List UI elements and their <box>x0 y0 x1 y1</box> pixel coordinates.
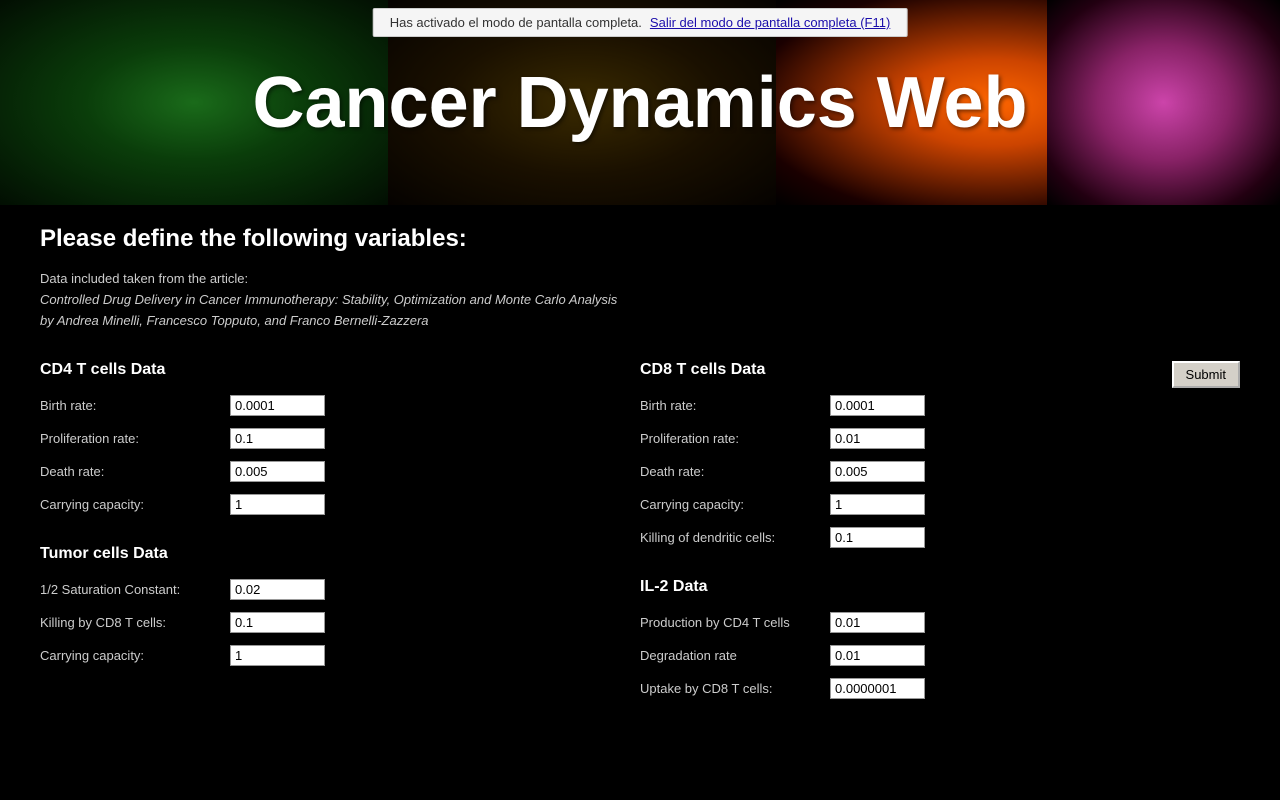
data-sections: CD4 T cells Data Birth rate: Proliferati… <box>40 361 1240 729</box>
il2-degradation-input[interactable] <box>830 645 925 666</box>
cd8-prolif-label: Proliferation rate: <box>640 431 830 446</box>
article-info: Data included taken from the article: Co… <box>40 269 1240 331</box>
tumor-carry-input[interactable] <box>230 645 325 666</box>
cd4-birth-input[interactable] <box>230 395 325 416</box>
il2-degradation-label: Degradation rate <box>640 648 830 663</box>
cd4-section: CD4 T cells Data Birth rate: Proliferati… <box>40 361 600 515</box>
fullscreen-message: Has activado el modo de pantalla complet… <box>390 15 642 30</box>
il2-uptake-input[interactable] <box>830 678 925 699</box>
cd4-carry-row: Carrying capacity: <box>40 494 600 515</box>
cd4-death-input[interactable] <box>230 461 325 482</box>
tumor-kill-row: Killing by CD8 T cells: <box>40 612 600 633</box>
cd8-death-input[interactable] <box>830 461 925 482</box>
cd4-carry-label: Carrying capacity: <box>40 497 230 512</box>
il2-uptake-label: Uptake by CD8 T cells: <box>640 681 830 696</box>
cd4-birth-row: Birth rate: <box>40 395 600 416</box>
tumor-carry-label: Carrying capacity: <box>40 648 230 663</box>
cd4-birth-label: Birth rate: <box>40 398 230 413</box>
cd8-killing-label: Killing of dendritic cells: <box>640 530 830 545</box>
cd8-birth-label: Birth rate: <box>640 398 830 413</box>
cd8-carry-row: Carrying capacity: <box>640 494 1200 515</box>
article-line1: Data included taken from the article: <box>40 269 1240 290</box>
right-column: CD8 T cells Data Birth rate: Proliferati… <box>640 361 1240 729</box>
submit-area: Submit <box>1172 361 1240 388</box>
cd8-killing-input[interactable] <box>830 527 925 548</box>
cd4-prolif-row: Proliferation rate: <box>40 428 600 449</box>
cd8-carry-input[interactable] <box>830 494 925 515</box>
cd8-killing-row: Killing of dendritic cells: <box>640 527 1200 548</box>
cd8-title: CD8 T cells Data <box>640 361 1200 379</box>
cd4-carry-input[interactable] <box>230 494 325 515</box>
tumor-section: Tumor cells Data 1/2 Saturation Constant… <box>40 545 600 666</box>
tumor-kill-label: Killing by CD8 T cells: <box>40 615 230 630</box>
cd4-prolif-label: Proliferation rate: <box>40 431 230 446</box>
cd8-carry-label: Carrying capacity: <box>640 497 830 512</box>
tumor-carry-row: Carrying capacity: <box>40 645 600 666</box>
cd8-section: CD8 T cells Data Birth rate: Proliferati… <box>640 361 1200 548</box>
site-title: Cancer Dynamics Web <box>253 62 1028 144</box>
left-column: CD4 T cells Data Birth rate: Proliferati… <box>40 361 640 729</box>
tumor-sat-label: 1/2 Saturation Constant: <box>40 582 230 597</box>
tumor-kill-input[interactable] <box>230 612 325 633</box>
cd4-prolif-input[interactable] <box>230 428 325 449</box>
il2-degradation-row: Degradation rate <box>640 645 1200 666</box>
il2-uptake-row: Uptake by CD8 T cells: <box>640 678 1200 699</box>
cd8-birth-row: Birth rate: <box>640 395 1200 416</box>
tumor-sat-row: 1/2 Saturation Constant: <box>40 579 600 600</box>
article-line3: by Andrea Minelli, Francesco Topputo, an… <box>40 313 429 328</box>
tumor-sat-input[interactable] <box>230 579 325 600</box>
cd8-prolif-input[interactable] <box>830 428 925 449</box>
il2-production-input[interactable] <box>830 612 925 633</box>
fullscreen-notice: Has activado el modo de pantalla complet… <box>373 8 908 37</box>
main-content: Please define the following variables: D… <box>0 205 1280 769</box>
exit-fullscreen-link[interactable]: Salir del modo de pantalla completa (F11… <box>650 15 890 30</box>
cd4-title: CD4 T cells Data <box>40 361 600 379</box>
il2-title: IL-2 Data <box>640 578 1200 596</box>
article-line2: Controlled Drug Delivery in Cancer Immun… <box>40 292 617 307</box>
cd8-prolif-row: Proliferation rate: <box>640 428 1200 449</box>
cd8-death-label: Death rate: <box>640 464 830 479</box>
submit-button[interactable]: Submit <box>1172 361 1240 388</box>
il2-production-row: Production by CD4 T cells <box>640 612 1200 633</box>
il2-production-label: Production by CD4 T cells <box>640 615 830 630</box>
header-bg-right2 <box>1047 0 1280 205</box>
cd8-death-row: Death rate: <box>640 461 1200 482</box>
il2-section: IL-2 Data Production by CD4 T cells Degr… <box>640 578 1200 699</box>
tumor-title: Tumor cells Data <box>40 545 600 563</box>
cd4-death-row: Death rate: <box>40 461 600 482</box>
cd4-death-label: Death rate: <box>40 464 230 479</box>
cd8-birth-input[interactable] <box>830 395 925 416</box>
page-title: Please define the following variables: <box>40 225 1240 253</box>
